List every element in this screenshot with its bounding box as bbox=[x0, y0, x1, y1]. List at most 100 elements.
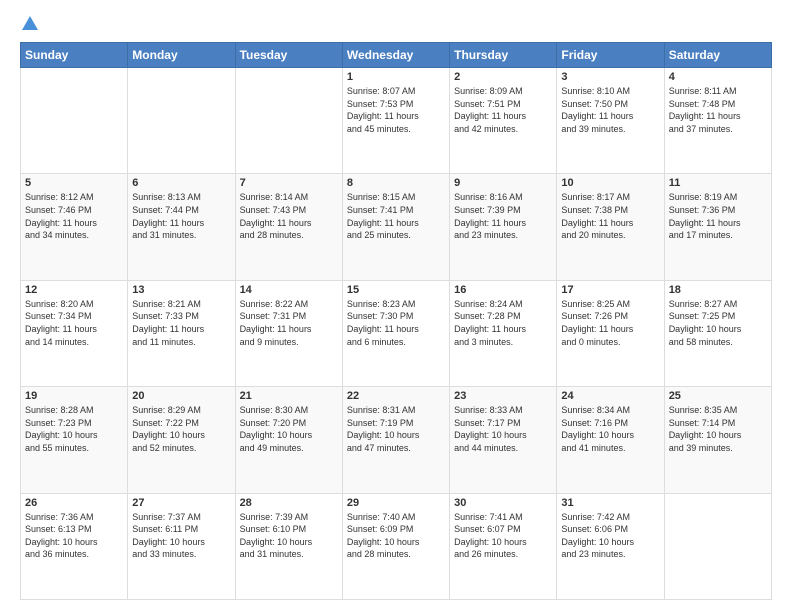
day-info: Sunrise: 8:16 AM Sunset: 7:39 PM Dayligh… bbox=[454, 191, 552, 241]
day-number: 5 bbox=[25, 177, 123, 189]
day-number: 19 bbox=[25, 390, 123, 402]
day-number: 20 bbox=[132, 390, 230, 402]
day-number: 3 bbox=[561, 71, 659, 83]
day-info: Sunrise: 8:31 AM Sunset: 7:19 PM Dayligh… bbox=[347, 404, 445, 454]
calendar-day-cell: 8Sunrise: 8:15 AM Sunset: 7:41 PM Daylig… bbox=[342, 174, 449, 280]
day-number: 15 bbox=[347, 284, 445, 296]
day-info: Sunrise: 8:13 AM Sunset: 7:44 PM Dayligh… bbox=[132, 191, 230, 241]
day-number: 22 bbox=[347, 390, 445, 402]
day-of-week-header: Saturday bbox=[664, 43, 771, 68]
day-number: 28 bbox=[240, 497, 338, 509]
day-info: Sunrise: 7:40 AM Sunset: 6:09 PM Dayligh… bbox=[347, 511, 445, 561]
day-info: Sunrise: 8:34 AM Sunset: 7:16 PM Dayligh… bbox=[561, 404, 659, 454]
day-of-week-header: Monday bbox=[128, 43, 235, 68]
calendar-day-cell: 16 Sunrise: 8:24 AM Sunset: 7:28 PM Dayli… bbox=[450, 280, 557, 386]
day-number: 17 bbox=[561, 284, 659, 296]
day-info: Sunrise: 8:14 AM Sunset: 7:43 PM Dayligh… bbox=[240, 191, 338, 241]
day-of-week-header: Thursday bbox=[450, 43, 557, 68]
day-info: Sunrise: 8:11 AM Sunset: 7:48 PM Dayligh… bbox=[669, 85, 767, 135]
calendar-day-cell: 4 Sunrise: 8:11 AM Sunset: 7:48 PM Daylig… bbox=[664, 68, 771, 174]
calendar-week-row: 19 Sunrise: 8:28 AM Sunset: 7:23 PM Dayli… bbox=[21, 387, 772, 493]
day-number: 27 bbox=[132, 497, 230, 509]
day-info: Sunrise: 7:37 AM Sunset: 6:11 PM Dayligh… bbox=[132, 511, 230, 561]
day-number: 4 bbox=[669, 71, 767, 83]
calendar-day-cell: 3 Sunrise: 8:10 AM Sunset: 7:50 PM Daylig… bbox=[557, 68, 664, 174]
calendar-day-cell: 25 Sunrise: 8:35 AM Sunset: 7:14 PM Dayli… bbox=[664, 387, 771, 493]
calendar-day-cell: 20Sunrise: 8:29 AM Sunset: 7:22 PM Dayli… bbox=[128, 387, 235, 493]
page: SundayMondayTuesdayWednesdayThursdayFrid… bbox=[0, 0, 792, 612]
calendar-week-row: 1 Sunrise: 8:07 AM Sunset: 7:53 PM Daylig… bbox=[21, 68, 772, 174]
calendar-header-row: SundayMondayTuesdayWednesdayThursdayFrid… bbox=[21, 43, 772, 68]
calendar-week-row: 26 Sunrise: 7:36 AM Sunset: 6:13 PM Dayli… bbox=[21, 493, 772, 599]
calendar-day-cell: 21 Sunrise: 8:30 AM Sunset: 7:20 PM Dayli… bbox=[235, 387, 342, 493]
day-number: 26 bbox=[25, 497, 123, 509]
day-info: Sunrise: 8:25 AM Sunset: 7:26 PM Dayligh… bbox=[561, 298, 659, 348]
day-info: Sunrise: 8:17 AM Sunset: 7:38 PM Dayligh… bbox=[561, 191, 659, 241]
day-number: 6 bbox=[132, 177, 230, 189]
day-number: 21 bbox=[240, 390, 338, 402]
day-number: 14 bbox=[240, 284, 338, 296]
day-number: 1 bbox=[347, 71, 445, 83]
day-info: Sunrise: 8:09 AM Sunset: 7:51 PM Dayligh… bbox=[454, 85, 552, 135]
calendar-week-row: 5 Sunrise: 8:12 AM Sunset: 7:46 PM Daylig… bbox=[21, 174, 772, 280]
calendar-day-cell: 30 Sunrise: 7:41 AM Sunset: 6:07 PM Dayli… bbox=[450, 493, 557, 599]
day-info: Sunrise: 8:35 AM Sunset: 7:14 PM Dayligh… bbox=[669, 404, 767, 454]
day-info: Sunrise: 8:30 AM Sunset: 7:20 PM Dayligh… bbox=[240, 404, 338, 454]
calendar-day-cell: 26 Sunrise: 7:36 AM Sunset: 6:13 PM Dayli… bbox=[21, 493, 128, 599]
calendar-day-cell: 27 Sunrise: 7:37 AM Sunset: 6:11 PM Dayli… bbox=[128, 493, 235, 599]
day-info: Sunrise: 8:12 AM Sunset: 7:46 PM Dayligh… bbox=[25, 191, 123, 241]
calendar-day-cell: 15 Sunrise: 8:23 AM Sunset: 7:30 PM Dayli… bbox=[342, 280, 449, 386]
calendar-day-cell: 14 Sunrise: 8:22 AM Sunset: 7:31 PM Dayli… bbox=[235, 280, 342, 386]
calendar-day-cell: 1 Sunrise: 8:07 AM Sunset: 7:53 PM Daylig… bbox=[342, 68, 449, 174]
day-info: Sunrise: 8:22 AM Sunset: 7:31 PM Dayligh… bbox=[240, 298, 338, 348]
day-info: Sunrise: 7:42 AM Sunset: 6:06 PM Dayligh… bbox=[561, 511, 659, 561]
calendar-day-cell: 13 Sunrise: 8:21 AM Sunset: 7:33 PM Dayli… bbox=[128, 280, 235, 386]
calendar-day-cell bbox=[235, 68, 342, 174]
day-number: 16 bbox=[454, 284, 552, 296]
calendar: SundayMondayTuesdayWednesdayThursdayFrid… bbox=[20, 42, 772, 600]
day-number: 25 bbox=[669, 390, 767, 402]
day-number: 12 bbox=[25, 284, 123, 296]
day-info: Sunrise: 7:39 AM Sunset: 6:10 PM Dayligh… bbox=[240, 511, 338, 561]
day-number: 30 bbox=[454, 497, 552, 509]
logo-triangle-icon bbox=[22, 16, 38, 30]
day-number: 9 bbox=[454, 177, 552, 189]
day-number: 23 bbox=[454, 390, 552, 402]
day-info: Sunrise: 8:27 AM Sunset: 7:25 PM Dayligh… bbox=[669, 298, 767, 348]
day-of-week-header: Tuesday bbox=[235, 43, 342, 68]
calendar-week-row: 12 Sunrise: 8:20 AM Sunset: 7:34 PM Dayli… bbox=[21, 280, 772, 386]
day-info: Sunrise: 7:36 AM Sunset: 6:13 PM Dayligh… bbox=[25, 511, 123, 561]
day-number: 2 bbox=[454, 71, 552, 83]
day-number: 31 bbox=[561, 497, 659, 509]
day-number: 13 bbox=[132, 284, 230, 296]
day-info: Sunrise: 8:24 AM Sunset: 7:28 PM Dayligh… bbox=[454, 298, 552, 348]
day-info: Sunrise: 8:23 AM Sunset: 7:30 PM Dayligh… bbox=[347, 298, 445, 348]
calendar-day-cell bbox=[128, 68, 235, 174]
calendar-day-cell: 24Sunrise: 8:34 AM Sunset: 7:16 PM Dayli… bbox=[557, 387, 664, 493]
day-info: Sunrise: 8:28 AM Sunset: 7:23 PM Dayligh… bbox=[25, 404, 123, 454]
day-info: Sunrise: 8:10 AM Sunset: 7:50 PM Dayligh… bbox=[561, 85, 659, 135]
day-number: 18 bbox=[669, 284, 767, 296]
calendar-day-cell: 17 Sunrise: 8:25 AM Sunset: 7:26 PM Dayli… bbox=[557, 280, 664, 386]
day-info: Sunrise: 7:41 AM Sunset: 6:07 PM Dayligh… bbox=[454, 511, 552, 561]
calendar-day-cell: 23Sunrise: 8:33 AM Sunset: 7:17 PM Dayli… bbox=[450, 387, 557, 493]
day-number: 11 bbox=[669, 177, 767, 189]
day-info: Sunrise: 8:21 AM Sunset: 7:33 PM Dayligh… bbox=[132, 298, 230, 348]
day-number: 7 bbox=[240, 177, 338, 189]
day-info: Sunrise: 8:07 AM Sunset: 7:53 PM Dayligh… bbox=[347, 85, 445, 135]
calendar-day-cell: 12 Sunrise: 8:20 AM Sunset: 7:34 PM Dayli… bbox=[21, 280, 128, 386]
calendar-day-cell: 6 Sunrise: 8:13 AM Sunset: 7:44 PM Daylig… bbox=[128, 174, 235, 280]
day-info: Sunrise: 8:20 AM Sunset: 7:34 PM Dayligh… bbox=[25, 298, 123, 348]
day-of-week-header: Friday bbox=[557, 43, 664, 68]
logo bbox=[20, 16, 38, 32]
day-number: 29 bbox=[347, 497, 445, 509]
calendar-day-cell: 22 Sunrise: 8:31 AM Sunset: 7:19 PM Dayli… bbox=[342, 387, 449, 493]
calendar-day-cell: 5 Sunrise: 8:12 AM Sunset: 7:46 PM Daylig… bbox=[21, 174, 128, 280]
day-number: 8 bbox=[347, 177, 445, 189]
calendar-day-cell: 18 Sunrise: 8:27 AM Sunset: 7:25 PM Dayli… bbox=[664, 280, 771, 386]
day-number: 10 bbox=[561, 177, 659, 189]
calendar-day-cell: 11Sunrise: 8:19 AM Sunset: 7:36 PM Dayli… bbox=[664, 174, 771, 280]
calendar-day-cell: 2 Sunrise: 8:09 AM Sunset: 7:51 PM Daylig… bbox=[450, 68, 557, 174]
calendar-day-cell bbox=[21, 68, 128, 174]
calendar-day-cell bbox=[664, 493, 771, 599]
